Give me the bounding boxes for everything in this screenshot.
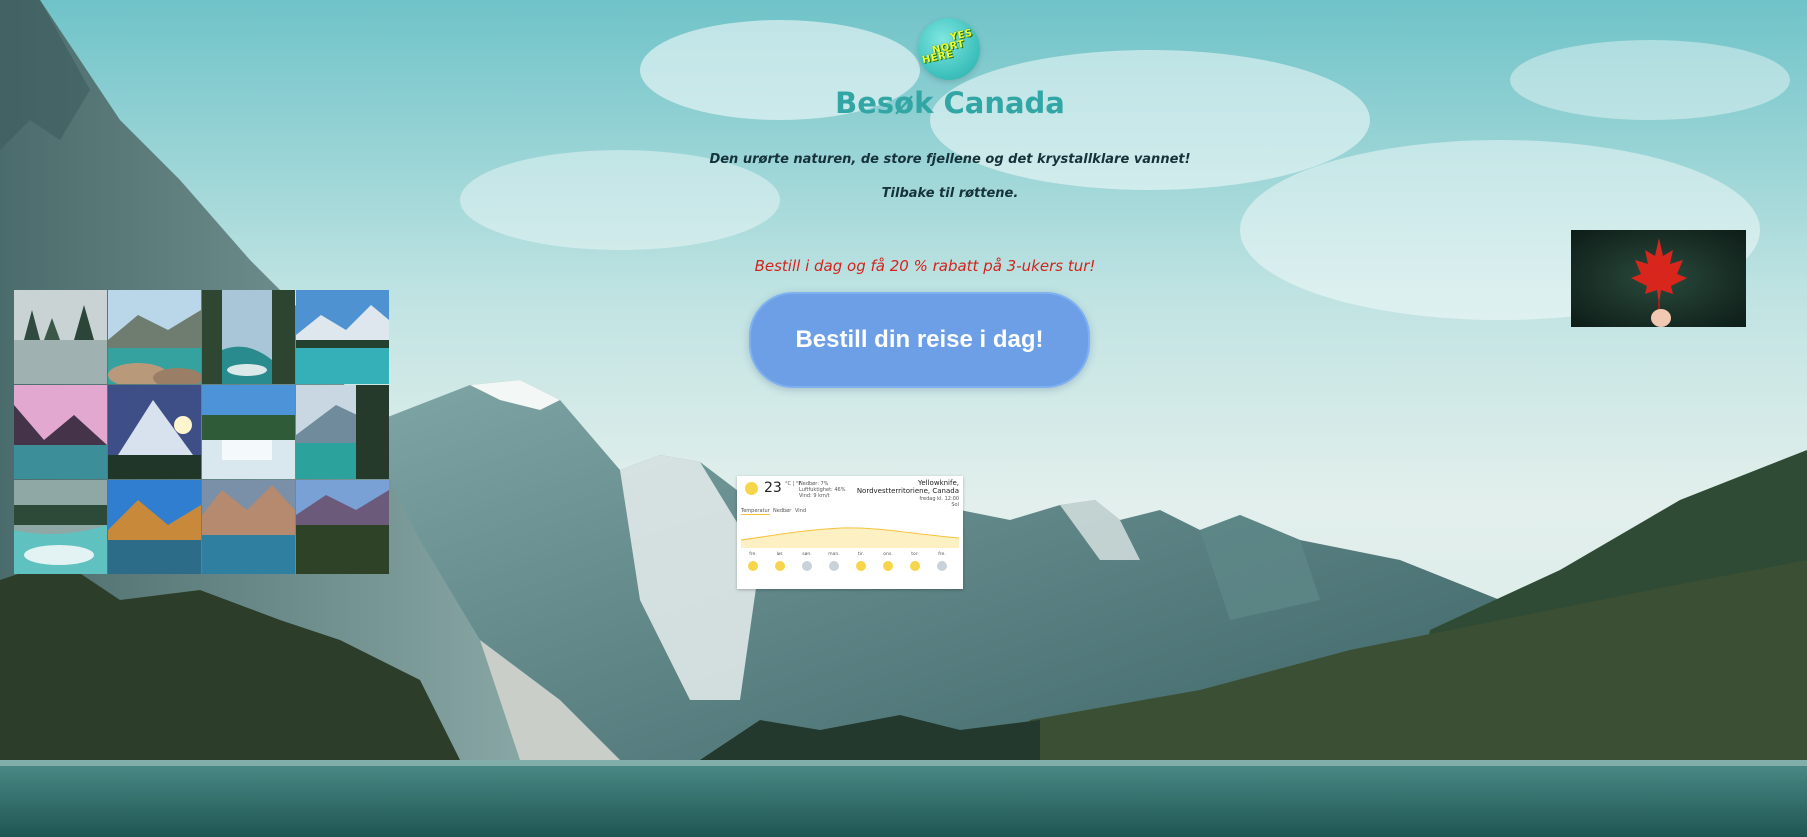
weather-region: Nordvestterritoriene, Canada bbox=[856, 487, 959, 495]
forecast-day-label[interactable]: tor. bbox=[905, 552, 925, 557]
sun-icon bbox=[745, 482, 758, 495]
gallery-photo[interactable] bbox=[296, 480, 389, 574]
gallery-photo[interactable] bbox=[108, 385, 201, 479]
gallery-photo[interactable] bbox=[202, 385, 295, 479]
forecast-day-label[interactable]: lør. bbox=[770, 552, 790, 557]
gallery-photo[interactable] bbox=[202, 480, 295, 574]
sun-icon bbox=[775, 561, 785, 571]
weather-tab[interactable]: Vind bbox=[795, 508, 806, 514]
sun-icon bbox=[748, 561, 758, 571]
weather-tab[interactable]: Nedbør bbox=[773, 508, 791, 514]
gallery-photo[interactable] bbox=[202, 290, 295, 384]
gallery-photo[interactable] bbox=[14, 290, 107, 384]
gallery-photo[interactable] bbox=[296, 385, 389, 479]
forecast-day-label[interactable]: ons. bbox=[878, 552, 898, 557]
cloud-icon bbox=[802, 561, 812, 571]
logo-word: HERE bbox=[921, 48, 955, 67]
offer-text: Bestill i dag og få 20 % rabatt på 3-uke… bbox=[754, 257, 1096, 275]
logo[interactable]: YES NORT HERE bbox=[918, 18, 980, 80]
subtagline: Tilbake til røttene. bbox=[881, 186, 1019, 201]
sun-icon bbox=[883, 561, 893, 571]
weather-tab[interactable]: Temperatur bbox=[741, 508, 770, 515]
gallery-photo[interactable] bbox=[14, 480, 107, 574]
weather-widget[interactable]: 23 °C | °F Nedbør: 7% Luftfuktighet: 46%… bbox=[737, 476, 963, 589]
page-title: Besøk Canada bbox=[835, 86, 1065, 120]
forecast-day-label[interactable]: man. bbox=[824, 552, 844, 557]
photo-gallery bbox=[14, 290, 391, 578]
gallery-photo[interactable] bbox=[296, 290, 389, 384]
forecast-day-label[interactable]: tir. bbox=[851, 552, 871, 557]
weather-detail: Vind: 9 km/t bbox=[799, 493, 830, 499]
gallery-photo[interactable] bbox=[14, 385, 107, 479]
weather-location: Yellowknife, bbox=[918, 479, 959, 487]
maple-leaf-photo[interactable] bbox=[1571, 230, 1746, 327]
gallery-photo[interactable] bbox=[108, 290, 201, 384]
weather-condition: Sol bbox=[951, 502, 959, 508]
weather-temp: 23 bbox=[764, 480, 782, 496]
forecast-day-label[interactable]: søn. bbox=[797, 552, 817, 557]
sun-icon bbox=[856, 561, 866, 571]
cloud-icon bbox=[937, 561, 947, 571]
forecast-day-label[interactable]: fre. bbox=[932, 552, 952, 557]
sun-icon bbox=[910, 561, 920, 571]
forecast-day-label[interactable]: fre. bbox=[743, 552, 763, 557]
tagline: Den urørte naturen, de store fjellene og… bbox=[709, 152, 1191, 167]
temperature-graph bbox=[741, 527, 959, 548]
cloud-icon bbox=[829, 561, 839, 571]
gallery-photo[interactable] bbox=[108, 480, 201, 574]
book-trip-button[interactable]: Bestill din reise i dag! bbox=[749, 292, 1090, 388]
